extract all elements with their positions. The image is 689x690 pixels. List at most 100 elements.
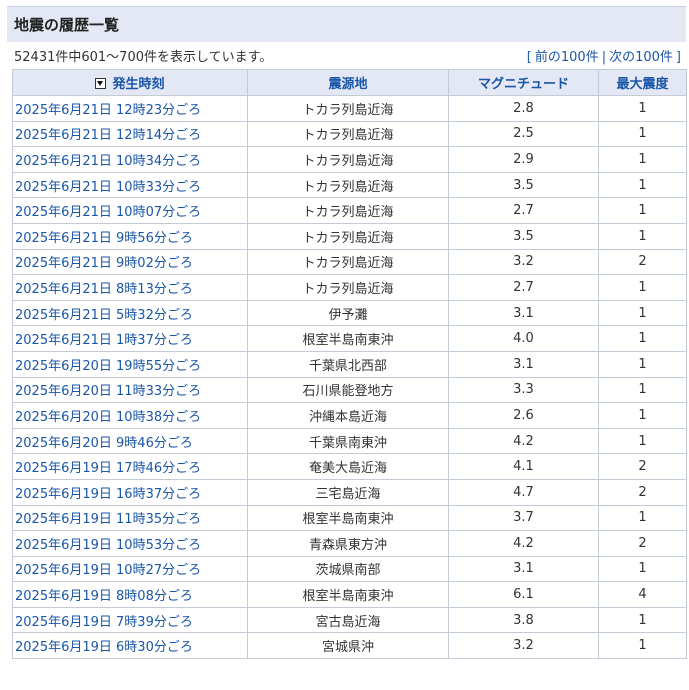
earthquake-detail-link[interactable]: 2025年6月21日 10時34分ごろ — [15, 154, 201, 169]
cell-time: 2025年6月19日 10時53分ごろ — [12, 530, 248, 557]
cell-epicenter: 宮古島近海 — [247, 606, 449, 634]
cell-epicenter: 千葉県北西部 — [247, 350, 449, 378]
cell-epicenter: 三宅島近海 — [247, 478, 449, 506]
sort-time-link[interactable]: 発生時刻 — [112, 77, 164, 92]
table-row: 2025年6月21日 5時32分ごろ 伊予灘 3.1 1 — [12, 299, 687, 327]
earthquake-detail-link[interactable]: 2025年6月19日 8時08分ごろ — [15, 589, 193, 604]
cell-epicenter: トカラ列島近海 — [247, 171, 449, 199]
cell-magnitude: 2.5 — [448, 120, 599, 148]
cell-intensity: 1 — [598, 632, 687, 660]
cell-magnitude: 4.1 — [448, 453, 599, 480]
cell-magnitude: 2.9 — [448, 146, 599, 173]
column-header-magnitude[interactable]: マグニチュード — [448, 69, 599, 96]
cell-magnitude: 2.8 — [448, 95, 599, 122]
earthquake-detail-link[interactable]: 2025年6月20日 9時46分ごろ — [15, 436, 193, 451]
sort-descending-icon[interactable] — [95, 78, 107, 89]
table-row: 2025年6月21日 1時37分ごろ 根室半島南東沖 4.0 1 — [12, 325, 687, 352]
cell-epicenter: 石川県能登地方 — [247, 376, 449, 404]
cell-intensity: 1 — [598, 402, 687, 429]
earthquake-detail-link[interactable]: 2025年6月19日 11時35分ごろ — [15, 512, 201, 527]
cell-time: 2025年6月19日 16時37分ごろ — [12, 478, 248, 506]
cell-time: 2025年6月21日 12時14分ごろ — [12, 120, 248, 148]
cell-intensity: 1 — [598, 197, 687, 224]
cell-magnitude: 3.7 — [448, 504, 599, 532]
earthquake-detail-link[interactable]: 2025年6月20日 10時38分ごろ — [15, 410, 201, 425]
earthquake-detail-link[interactable]: 2025年6月19日 16時37分ごろ — [15, 487, 201, 502]
table-row: 2025年6月21日 12時23分ごろ トカラ列島近海 2.8 1 — [12, 95, 687, 122]
cell-time: 2025年6月20日 9時46分ごろ — [12, 427, 248, 455]
earthquake-detail-link[interactable]: 2025年6月21日 8時13分ごろ — [15, 282, 193, 297]
prev-page-link[interactable]: 前の100件 — [535, 50, 599, 65]
earthquake-detail-link[interactable]: 2025年6月21日 9時56分ごろ — [15, 231, 193, 246]
earthquake-detail-link[interactable]: 2025年6月20日 19時55分ごろ — [15, 359, 201, 374]
cell-magnitude: 6.1 — [448, 581, 599, 608]
sort-magnitude-link[interactable]: マグニチュード — [478, 77, 569, 92]
cell-epicenter: トカラ列島近海 — [247, 248, 449, 276]
cell-epicenter: トカラ列島近海 — [247, 222, 449, 250]
cell-magnitude: 2.6 — [448, 402, 599, 429]
cell-magnitude: 4.2 — [448, 530, 599, 557]
earthquake-detail-link[interactable]: 2025年6月21日 5時32分ごろ — [15, 308, 193, 323]
earthquake-detail-link[interactable]: 2025年6月19日 7時39分ごろ — [15, 615, 193, 630]
cell-time: 2025年6月20日 10時38分ごろ — [12, 402, 248, 429]
cell-magnitude: 3.5 — [448, 171, 599, 199]
earthquake-detail-link[interactable]: 2025年6月21日 12時14分ごろ — [15, 128, 201, 143]
cell-magnitude: 4.7 — [448, 478, 599, 506]
cell-intensity: 1 — [598, 95, 687, 122]
cell-time: 2025年6月21日 10時33分ごろ — [12, 171, 248, 199]
cell-epicenter: 根室半島南東沖 — [247, 504, 449, 532]
earthquake-table: 発生時刻 震源地 マグニチュード 最大震度 2025年6月21日 12時23分ご… — [12, 69, 687, 660]
earthquake-detail-link[interactable]: 2025年6月21日 10時33分ごろ — [15, 180, 201, 195]
cell-epicenter: トカラ列島近海 — [247, 146, 449, 173]
cell-intensity: 1 — [598, 222, 687, 250]
result-count: 52431件中601～700件を表示しています。 — [14, 50, 273, 65]
table-row: 2025年6月21日 9時56分ごろ トカラ列島近海 3.5 1 — [12, 222, 687, 250]
cell-time: 2025年6月19日 10時27分ごろ — [12, 555, 248, 583]
cell-intensity: 2 — [598, 478, 687, 506]
summary-row: 52431件中601～700件を表示しています。 [前の100件 | 次の100件] — [14, 46, 686, 65]
cell-epicenter: トカラ列島近海 — [247, 197, 449, 224]
cell-time: 2025年6月20日 19時55分ごろ — [12, 350, 248, 378]
cell-epicenter: トカラ列島近海 — [247, 120, 449, 148]
sort-epicenter-link[interactable]: 震源地 — [328, 77, 367, 92]
cell-intensity: 2 — [598, 453, 687, 480]
cell-time: 2025年6月21日 5時32分ごろ — [12, 299, 248, 327]
column-header-time[interactable]: 発生時刻 — [12, 69, 248, 96]
table-row: 2025年6月19日 10時53分ごろ 青森県東方沖 4.2 2 — [12, 530, 687, 557]
table-row: 2025年6月21日 9時02分ごろ トカラ列島近海 3.2 2 — [12, 248, 687, 276]
cell-intensity: 2 — [598, 530, 687, 557]
earthquake-detail-link[interactable]: 2025年6月20日 11時33分ごろ — [15, 384, 201, 399]
cell-epicenter: 茨城県南部 — [247, 555, 449, 583]
cell-epicenter: 沖縄本島近海 — [247, 402, 449, 429]
earthquake-detail-link[interactable]: 2025年6月21日 12時23分ごろ — [15, 103, 201, 118]
cell-magnitude: 3.1 — [448, 350, 599, 378]
cell-intensity: 1 — [598, 146, 687, 173]
pager: [前の100件 | 次の100件] — [524, 46, 684, 65]
column-header-intensity[interactable]: 最大震度 — [598, 69, 687, 96]
earthquake-detail-link[interactable]: 2025年6月19日 6時30分ごろ — [15, 640, 193, 655]
column-header-epicenter[interactable]: 震源地 — [247, 69, 449, 96]
cell-magnitude: 3.2 — [448, 632, 599, 660]
sort-intensity-link[interactable]: 最大震度 — [616, 77, 668, 92]
cell-epicenter: トカラ列島近海 — [247, 274, 449, 301]
cell-time: 2025年6月21日 10時07分ごろ — [12, 197, 248, 224]
table-row: 2025年6月21日 10時07分ごろ トカラ列島近海 2.7 1 — [12, 197, 687, 224]
cell-intensity: 1 — [598, 350, 687, 378]
table-header-row: 発生時刻 震源地 マグニチュード 最大震度 — [12, 69, 687, 96]
cell-time: 2025年6月19日 8時08分ごろ — [12, 581, 248, 608]
cell-time: 2025年6月21日 8時13分ごろ — [12, 274, 248, 301]
earthquake-detail-link[interactable]: 2025年6月21日 9時02分ごろ — [15, 256, 193, 271]
cell-epicenter: 根室半島南東沖 — [247, 581, 449, 608]
cell-epicenter: 根室半島南東沖 — [247, 325, 449, 352]
earthquake-detail-link[interactable]: 2025年6月21日 10時07分ごろ — [15, 205, 201, 220]
earthquake-detail-link[interactable]: 2025年6月19日 10時27分ごろ — [15, 563, 201, 578]
table-row: 2025年6月20日 19時55分ごろ 千葉県北西部 3.1 1 — [12, 350, 687, 378]
earthquake-detail-link[interactable]: 2025年6月19日 10時53分ごろ — [15, 538, 201, 553]
cell-magnitude: 3.1 — [448, 299, 599, 327]
earthquake-detail-link[interactable]: 2025年6月19日 17時46分ごろ — [15, 461, 201, 476]
next-page-link[interactable]: 次の100件 — [609, 50, 673, 65]
cell-intensity: 1 — [598, 376, 687, 404]
cell-time: 2025年6月19日 17時46分ごろ — [12, 453, 248, 480]
pager-open-bracket: [ — [526, 50, 532, 65]
earthquake-detail-link[interactable]: 2025年6月21日 1時37分ごろ — [15, 333, 193, 348]
